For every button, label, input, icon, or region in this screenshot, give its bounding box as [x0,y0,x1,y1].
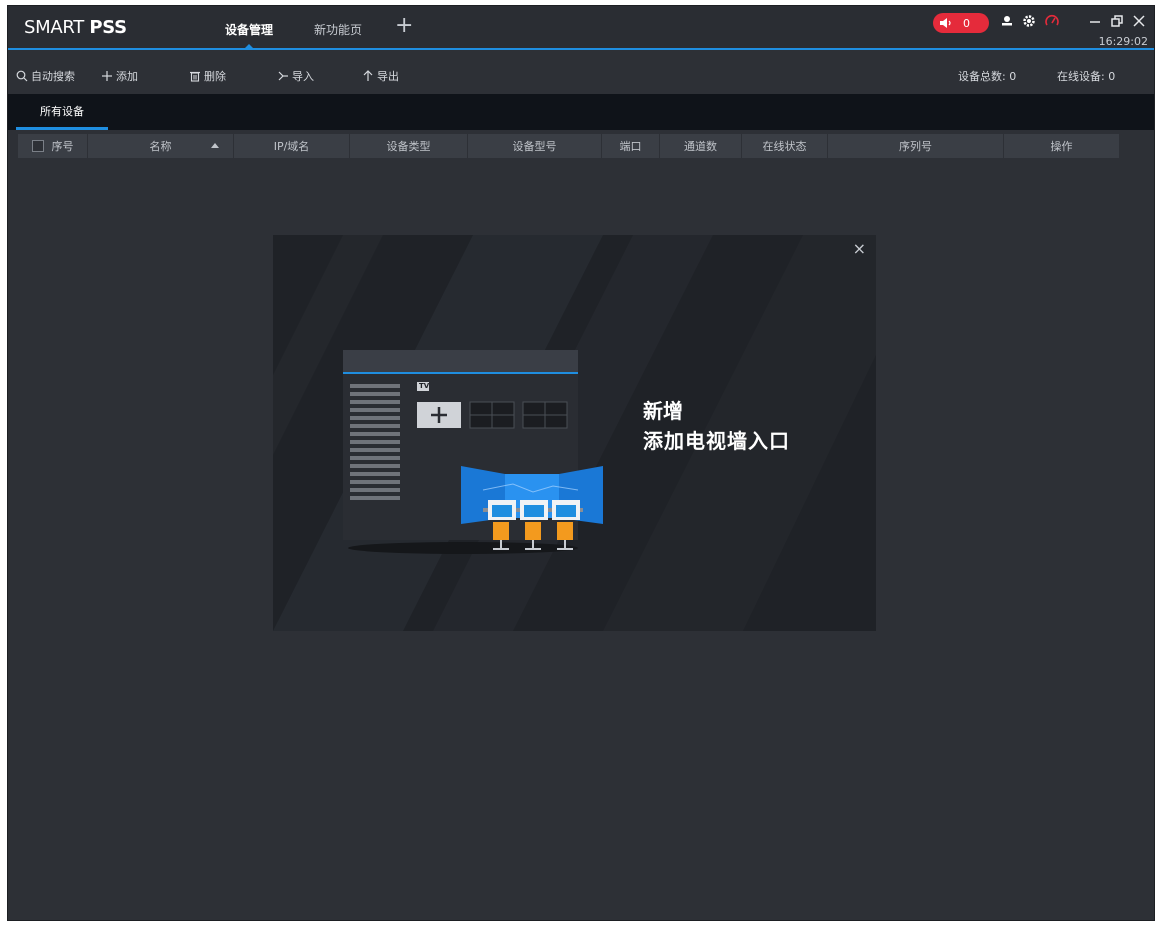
column-channels-label: 通道数 [684,140,717,153]
sort-ascending-icon [211,143,219,148]
restore-icon[interactable] [1109,13,1125,29]
trash-icon [190,71,200,82]
column-operation[interactable]: 操作 [1004,134,1119,158]
export-label: 导出 [377,70,399,83]
new-feature-popup: TV × 新增 添加电视墙入口 [273,235,876,631]
tab-device-management[interactable]: 设备管理 [225,21,273,38]
column-channels[interactable]: 通道数 [660,134,742,158]
add-button[interactable]: 添加 [101,68,138,84]
delete-button[interactable]: 删除 [189,68,226,84]
add-label: 添加 [116,70,138,83]
close-icon[interactable] [1131,13,1147,29]
column-index-label: 序号 [51,140,74,153]
auto-search-button[interactable]: 自动搜索 [16,68,75,84]
app-logo: SMART PSS [24,17,127,38]
import-icon [278,71,288,81]
title-bar: SMART PSS 设备管理 新功能页 + 0 16:29:02 [8,6,1154,50]
device-table-header: 序号 名称 IP/域名 设备类型 设备型号 端口 通道数 在线状态 序列号 操作 [18,134,1119,158]
alarm-count: 0 [963,16,970,30]
delete-label: 删除 [204,70,226,83]
add-tab-button[interactable]: + [395,15,413,37]
minimize-icon[interactable] [1087,13,1103,29]
column-serial-number[interactable]: 序列号 [828,134,1004,158]
popup-close-button[interactable]: × [853,239,866,258]
column-device-type[interactable]: 设备类型 [350,134,468,158]
export-icon [363,70,373,81]
user-icon[interactable] [999,13,1015,29]
import-button[interactable]: 导入 [277,68,314,84]
select-all-checkbox[interactable] [31,140,44,152]
tv-label: TV [419,382,430,390]
tab-all-devices[interactable]: 所有设备 [16,94,108,130]
column-port[interactable]: 端口 [602,134,660,158]
column-device-type-label: 设备类型 [386,140,431,153]
clock: 16:29:02 [1098,35,1148,48]
auto-search-label: 自动搜索 [31,70,75,83]
export-button[interactable]: 导出 [362,68,399,84]
column-online-status-label: 在线状态 [762,140,807,153]
column-port-label: 端口 [619,140,642,153]
online-devices-count: 在线设备: 0 [1057,70,1116,83]
column-serial-number-label: 序列号 [899,140,932,153]
popup-title: 新增 [643,399,683,423]
toolbar: 自动搜索 添加 删除 导入 导出 设备总数: 0 在线设备: 0 [8,52,1154,94]
plus-icon [102,71,112,81]
column-online-status[interactable]: 在线状态 [742,134,828,158]
column-ip-label: IP/域名 [273,140,310,153]
column-name[interactable]: 名称 [88,134,234,158]
search-icon [16,70,28,82]
column-device-model[interactable]: 设备型号 [468,134,602,158]
device-group-tabs: 所有设备 [8,94,1154,130]
tab-new-features[interactable]: 新功能页 [314,21,362,38]
app-window: SMART PSS 设备管理 新功能页 + 0 16:29:02 自动搜索 添加… [7,5,1155,921]
speaker-icon [940,18,951,28]
tv-wall-illustration [343,350,603,554]
import-label: 导入 [292,70,314,83]
performance-gauge-icon[interactable] [1044,13,1060,29]
total-devices-count: 设备总数: 0 [958,70,1017,83]
gear-icon[interactable] [1021,13,1037,29]
column-ip[interactable]: IP/域名 [234,134,350,158]
alarm-badge[interactable]: 0 [933,13,989,33]
popup-subtitle: 添加电视墙入口 [643,429,790,453]
column-index[interactable]: 序号 [18,134,88,158]
column-operation-label: 操作 [1050,140,1073,153]
active-tab-indicator [244,44,254,49]
column-device-model-label: 设备型号 [512,140,557,153]
column-name-label: 名称 [149,140,172,153]
